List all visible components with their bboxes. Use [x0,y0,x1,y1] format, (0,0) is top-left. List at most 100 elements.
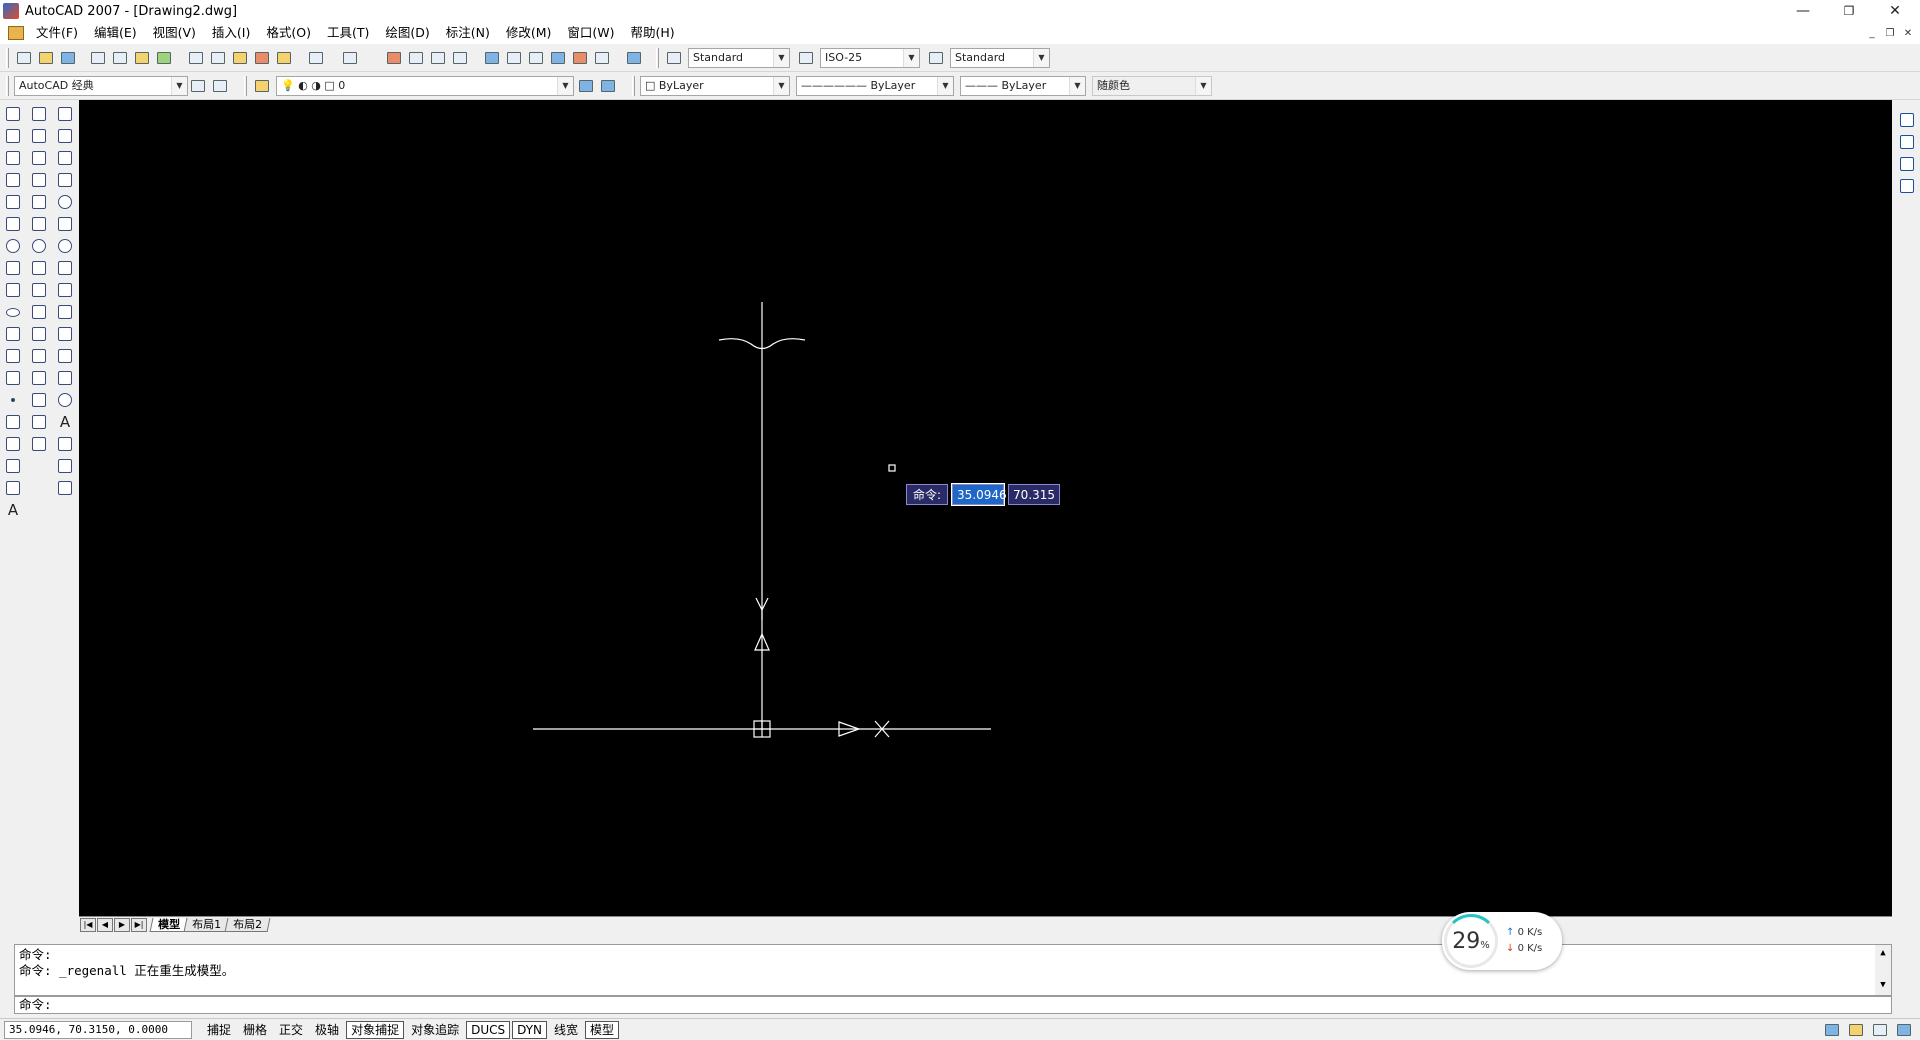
undo-icon[interactable] [306,48,326,68]
paste-icon[interactable] [230,48,250,68]
tab-model[interactable]: 模型 [149,917,189,932]
toolbar-grip[interactable] [656,48,659,68]
doc-minimize-button[interactable]: _ [1864,26,1880,40]
block-editor-icon[interactable] [274,48,294,68]
help-icon[interactable] [624,48,644,68]
grid-toggle[interactable]: 栅格 [238,1021,272,1039]
bring-to-front-icon[interactable] [1896,110,1918,130]
point-icon[interactable] [2,390,24,410]
circle-icon[interactable] [2,236,24,256]
cut-icon[interactable] [186,48,206,68]
command-input[interactable]: 命令: [14,996,1892,1014]
plot-icon[interactable] [88,48,108,68]
workspace-select[interactable]: AutoCAD 经典 ▼ [14,76,188,96]
dim-arc-icon[interactable] [54,148,76,168]
dim-jogged-icon[interactable] [54,214,76,234]
dim-baseline-icon[interactable] [54,302,76,322]
rectangle-icon[interactable] [2,192,24,212]
tab-next-button[interactable]: ▶ [114,917,130,932]
dim-style-icon[interactable] [796,48,816,68]
tab-prev-button[interactable]: ◀ [97,917,113,932]
quick-leader-icon[interactable] [54,346,76,366]
network-speed-widget[interactable]: 29% ↑ 0 K/s ↓ 0 K/s [1442,912,1562,970]
text-style-select[interactable]: Standard ▼ [688,48,790,68]
insert-block-icon[interactable] [2,346,24,366]
dim-edit-icon[interactable]: A [54,412,76,432]
erase-icon[interactable] [28,104,50,124]
tab-layout1[interactable]: 布局1 [183,917,230,932]
pan-icon[interactable] [384,48,404,68]
bring-above-icon[interactable] [1896,154,1918,174]
dim-style-select[interactable]: ISO-25 ▼ [820,48,920,68]
line-icon[interactable] [2,104,24,124]
explode-icon[interactable] [28,434,50,454]
trim-icon[interactable] [28,302,50,322]
array-icon[interactable] [28,192,50,212]
open-icon[interactable] [36,48,56,68]
gradient-icon[interactable] [2,434,24,454]
extend-icon[interactable] [28,324,50,344]
restore-button[interactable]: ❐ [1826,0,1872,22]
dim-diameter-icon[interactable] [54,236,76,256]
dim-update-icon[interactable] [54,456,76,476]
tab-first-button[interactable]: |◀ [80,917,96,932]
fillet-icon[interactable] [28,412,50,432]
zoom-previous-icon[interactable] [450,48,470,68]
preview-icon[interactable] [110,48,130,68]
toolbar-grip[interactable] [244,76,247,96]
tab-last-button[interactable]: ▶| [131,917,147,932]
plotstyle-select[interactable]: 随颜色 ▼ [1092,76,1212,96]
clean-screen-icon[interactable] [1894,1020,1914,1040]
rotate-icon[interactable] [28,236,50,256]
snap-toggle[interactable]: 捕捉 [202,1021,236,1039]
layer-manager-icon[interactable] [252,76,272,96]
join-icon[interactable] [28,368,50,388]
drawing-canvas[interactable] [79,100,1892,916]
construction-line-icon[interactable] [2,126,24,146]
copy-icon[interactable] [28,126,50,146]
workspace-save-icon[interactable] [210,76,230,96]
otrack-toggle[interactable]: 对象追踪 [406,1021,464,1039]
status-menu-icon[interactable] [1870,1020,1890,1040]
dim-aligned-icon[interactable] [54,126,76,146]
menu-view[interactable]: 视图(V) [145,22,204,44]
polygon-icon[interactable] [2,170,24,190]
coordinate-display[interactable]: 35.0946, 70.3150, 0.0000 [4,1020,192,1039]
tab-layout2[interactable]: 布局2 [224,917,271,932]
doc-close-button[interactable]: ✕ [1900,26,1916,40]
polar-toggle[interactable]: 极轴 [310,1021,344,1039]
make-current-layer-icon[interactable] [576,76,596,96]
move-icon[interactable] [28,214,50,234]
menu-draw[interactable]: 绘图(D) [377,22,437,44]
center-mark-icon[interactable] [54,390,76,410]
menu-tools[interactable]: 工具(T) [319,22,377,44]
region-icon[interactable] [2,456,24,476]
calculator-icon[interactable] [592,48,612,68]
menu-format[interactable]: 格式(O) [258,22,319,44]
command-scrollbar[interactable]: ▲ ▼ [1875,945,1891,995]
menu-dimension[interactable]: 标注(N) [438,22,498,44]
autocad-app-icon[interactable] [3,3,19,19]
chamfer-icon[interactable] [28,390,50,410]
menu-edit[interactable]: 编辑(E) [86,22,145,44]
dim-continue-icon[interactable] [54,324,76,344]
workspace-settings-icon[interactable] [188,76,208,96]
text-style-icon[interactable] [664,48,684,68]
save-icon[interactable] [58,48,78,68]
menu-window[interactable]: 窗口(W) [559,22,622,44]
menu-modify[interactable]: 修改(M) [498,22,560,44]
dim-linear-icon[interactable] [54,104,76,124]
dim-style-control-icon[interactable] [54,478,76,498]
table-icon[interactable] [2,478,24,498]
tool-palettes-icon[interactable] [526,48,546,68]
ellipse-icon[interactable] [2,302,24,322]
dim-ordinate-icon[interactable] [54,170,76,190]
ducs-toggle[interactable]: DUCS [466,1020,511,1039]
publish-icon[interactable] [132,48,152,68]
close-button[interactable]: ✕ [1872,0,1918,22]
redo-icon[interactable] [340,48,360,68]
dyn-toggle[interactable]: DYN [512,1020,548,1039]
break-icon[interactable] [28,346,50,366]
zoom-window-icon[interactable] [428,48,448,68]
offset-icon[interactable] [28,170,50,190]
